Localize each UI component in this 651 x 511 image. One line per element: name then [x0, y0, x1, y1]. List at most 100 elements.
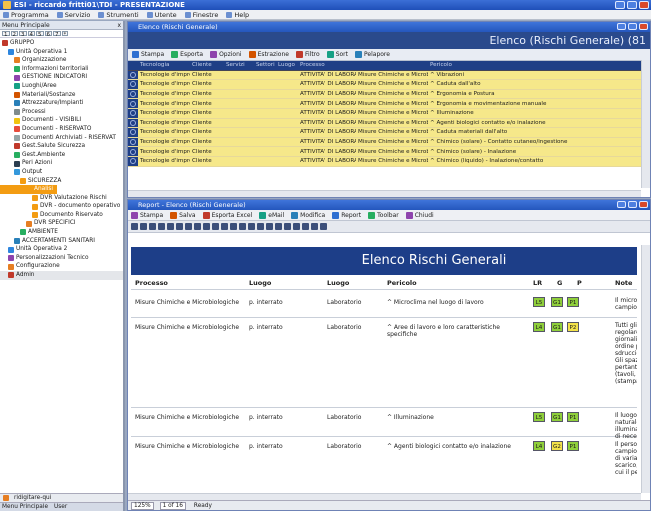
tree-item[interactable]: Organizzazione — [0, 56, 123, 65]
tree-item[interactable]: DVR SPECIFICI — [0, 219, 123, 228]
report-toolbar-stampa-button[interactable]: Stampa — [131, 211, 163, 219]
level-button-6[interactable]: 7 — [53, 31, 61, 38]
table-row[interactable]: Tecnologie d'impresaCliente ATTIVITA' DI … — [128, 156, 650, 167]
tree-item[interactable]: Configurazione — [0, 262, 123, 271]
row-selector[interactable] — [128, 147, 138, 156]
report-toolbar-email-button[interactable]: eMail — [259, 211, 284, 219]
report-nav-icon[interactable] — [320, 223, 327, 230]
tree-item[interactable]: DVR - documento operativo — [0, 202, 123, 211]
grid-column-header[interactable]: Luogo — [276, 62, 298, 68]
tree-item[interactable]: Attrezzature/Impianti — [0, 99, 123, 108]
grid-minimize-button[interactable] — [617, 23, 626, 30]
report-nav-icon[interactable] — [176, 223, 183, 230]
tree-item[interactable]: Luoghi/Aree — [0, 82, 123, 91]
minimize-button[interactable] — [615, 1, 625, 9]
grid-close-button[interactable] — [639, 23, 648, 30]
table-row[interactable]: Tecnologie d'impresaCliente ATTIVITA' DI … — [128, 80, 650, 90]
row-selector[interactable] — [128, 137, 138, 147]
level-button-5[interactable]: 6 — [44, 31, 52, 38]
report-nav-icon[interactable] — [302, 223, 309, 230]
tree-item[interactable]: AMBIENTE — [0, 228, 123, 237]
tree-item[interactable]: Gest.Ambiente — [0, 151, 123, 160]
tree-item[interactable]: Analisi — [0, 185, 58, 194]
report-toolbar-modifica-button[interactable]: Modifica — [291, 211, 325, 219]
search-box[interactable]: ridigitare-qui — [0, 493, 123, 502]
menu-item-help[interactable]: Help — [226, 11, 249, 19]
report-nav-icon[interactable] — [311, 223, 318, 230]
tree-item[interactable]: DVR Valutazione Rischi — [0, 194, 123, 203]
grid-column-header[interactable]: Settori — [254, 62, 276, 68]
table-row[interactable]: Tecnologie d'impresaCliente ATTIVITA' DI … — [128, 128, 650, 138]
report-minimize-button[interactable] — [617, 201, 626, 208]
close-button[interactable] — [639, 1, 649, 9]
row-selector[interactable] — [128, 118, 138, 128]
report-toolbar-report-button[interactable]: Report — [332, 211, 361, 219]
level-button-1[interactable]: 2 — [10, 31, 18, 38]
table-row[interactable]: Tecnologie d'impresaCliente ATTIVITA' DI … — [128, 70, 650, 81]
level-button-3[interactable]: 4 — [27, 31, 35, 38]
report-nav-icon[interactable] — [158, 223, 165, 230]
grid-horizontal-scrollbar[interactable] — [128, 190, 641, 197]
menu-item-utente[interactable]: Utente — [146, 11, 177, 19]
report-toolbar-toolbar-button[interactable]: Toolbar — [368, 211, 399, 219]
report-nav-icon[interactable] — [275, 223, 282, 230]
report-nav-icon[interactable] — [230, 223, 237, 230]
tree-item[interactable]: Documenti - RISERVATO — [0, 125, 123, 134]
row-selector[interactable] — [128, 80, 138, 89]
report-nav-icon[interactable] — [212, 223, 219, 230]
table-row[interactable]: Tecnologie d'impresaCliente ATTIVITA' DI … — [128, 99, 650, 109]
grid-toolbar-esporta-button[interactable]: Esporta — [171, 51, 203, 58]
row-selector[interactable] — [128, 156, 138, 166]
report-nav-icon[interactable] — [221, 223, 228, 230]
grid-toolbar-opzioni-button[interactable]: Opzioni — [210, 51, 242, 58]
row-selector[interactable] — [128, 128, 138, 137]
report-nav-icon[interactable] — [185, 223, 192, 230]
report-horizontal-scrollbar[interactable] — [128, 493, 641, 500]
tree-item[interactable]: Documento Riservato — [0, 211, 123, 220]
tree-item[interactable]: Documenti - VISIBILI — [0, 116, 123, 125]
menu-item-strumenti[interactable]: Strumenti — [98, 11, 139, 19]
row-selector[interactable] — [128, 89, 138, 99]
tree-item[interactable]: Peri Azioni — [0, 159, 123, 168]
grid-column-header[interactable]: Processo — [298, 62, 356, 68]
tree-item[interactable]: Unità Operativa 1 — [0, 48, 123, 57]
table-row[interactable]: Tecnologie d'impresaCliente ATTIVITA' DI … — [128, 89, 650, 100]
tree-item[interactable]: Materiali/Sostanze — [0, 91, 123, 100]
report-toolbar-esporta-excel-button[interactable]: Esporta Excel — [202, 211, 252, 219]
grid-toolbar-sort-button[interactable]: Sort — [326, 51, 348, 58]
tree-item[interactable]: Admin — [0, 271, 123, 280]
report-nav-icon[interactable] — [239, 223, 246, 230]
report-nav-icon[interactable] — [248, 223, 255, 230]
report-maximize-button[interactable] — [628, 201, 637, 208]
tree-item[interactable]: Personalizzazioni Tecnico — [0, 254, 123, 263]
tree-item[interactable]: Unità Operativa 2 — [0, 245, 123, 254]
tree-item[interactable]: GESTIONE INDICATORI — [0, 73, 123, 82]
grid-maximize-button[interactable] — [628, 23, 637, 30]
tree-item[interactable]: Informazioni territoriali — [0, 65, 123, 74]
report-nav-icon[interactable] — [266, 223, 273, 230]
grid-vertical-scrollbar[interactable] — [641, 60, 650, 188]
report-nav-icon[interactable] — [167, 223, 174, 230]
report-nav-icon[interactable] — [194, 223, 201, 230]
grid-toolbar-stampa-button[interactable]: Stampa — [132, 51, 164, 58]
tree-item[interactable]: GRUPPO — [0, 39, 123, 48]
page-indicator[interactable]: 1 of 16 — [159, 501, 186, 510]
grid-column-header[interactable]: Tecnologia — [138, 62, 190, 68]
tab-user[interactable]: User — [54, 503, 67, 511]
report-toolbar-salva-button[interactable]: Salva — [170, 211, 196, 219]
row-selector[interactable] — [128, 70, 138, 80]
report-nav-icon[interactable] — [140, 223, 147, 230]
report-nav-icon[interactable] — [293, 223, 300, 230]
report-vertical-scrollbar[interactable] — [641, 245, 650, 493]
tree-item[interactable]: Documenti Archiviati - RISERVAT — [0, 134, 123, 143]
grid-column-header[interactable]: Servizi — [224, 62, 254, 68]
menu-item-programma[interactable]: Programma — [3, 11, 49, 19]
menu-item-servizio[interactable]: Servizio — [56, 11, 90, 19]
tree-item[interactable]: SICUREZZA — [0, 177, 123, 186]
grid-toolbar-pelapore-button[interactable]: Pelapore — [355, 51, 390, 58]
maximize-button[interactable] — [627, 1, 637, 9]
level-button-7[interactable]: * — [61, 31, 69, 38]
table-row[interactable]: Tecnologie d'impresaCliente ATTIVITA' DI … — [128, 147, 650, 157]
table-row[interactable]: Tecnologie d'impresaCliente ATTIVITA' DI … — [128, 137, 650, 148]
tree-item[interactable]: Processi — [0, 108, 123, 117]
